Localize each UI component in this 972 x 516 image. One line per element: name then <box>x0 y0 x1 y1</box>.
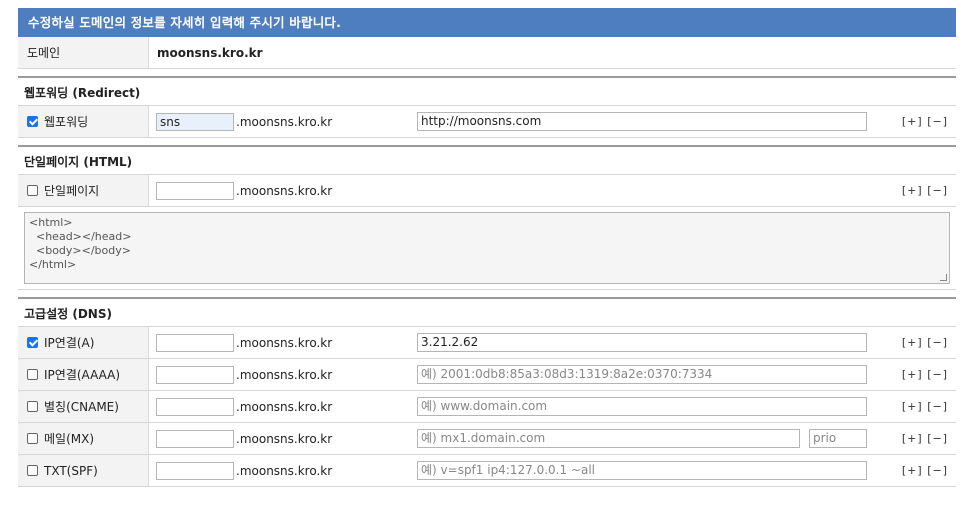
dns-row-cname: 별칭(CNAME) .moonsns.kro.kr 예) www.domain.… <box>18 391 956 423</box>
redirect-checkbox[interactable] <box>27 116 38 127</box>
dns-a-checkbox[interactable] <box>27 337 38 348</box>
dns-row-mx: 메일(MX) .moonsns.kro.kr 예) mx1.domain.com… <box>18 423 956 455</box>
remove-button[interactable]: [−] <box>927 336 948 349</box>
add-button[interactable]: [+] <box>902 464 923 477</box>
redirect-subdomain-input[interactable]: sns <box>156 112 234 131</box>
add-button[interactable]: [+] <box>902 336 923 349</box>
dns-a-value-input[interactable]: 3.21.2.62 <box>417 333 867 352</box>
dns-row-a: IP연결(A) .moonsns.kro.kr 3.21.2.62 [+] [−… <box>18 327 956 359</box>
dns-txt-label: TXT(SPF) <box>44 463 98 478</box>
domain-row: 도메인 moonsns.kro.kr <box>18 37 956 69</box>
html-row: 단일페이지 .moonsns.kro.kr [+] [−] <box>18 175 956 207</box>
dns-a-domain-suffix: .moonsns.kro.kr <box>236 335 333 350</box>
add-button[interactable]: [+] <box>902 368 923 381</box>
html-section-title: 단일페이지 (HTML) <box>18 145 956 175</box>
dns-mx-value-input[interactable]: 예) mx1.domain.com <box>417 429 800 448</box>
html-code-row: <html> <head></head> <body></body> </htm… <box>18 212 956 290</box>
remove-button[interactable]: [−] <box>927 432 948 445</box>
dns-txt-subdomain-input[interactable] <box>156 461 234 480</box>
dns-cname-checkbox[interactable] <box>27 401 38 412</box>
dns-mx-priority-input[interactable]: prio <box>809 429 867 448</box>
dns-a-subdomain-input[interactable] <box>156 333 234 352</box>
html-label: 단일페이지 <box>44 184 100 198</box>
dns-aaaa-domain-suffix: .moonsns.kro.kr <box>236 367 333 382</box>
remove-button[interactable]: [−] <box>927 368 948 381</box>
instruction-banner: 수정하실 도메인의 정보를 자세히 입력해 주시기 바랍니다. <box>18 8 956 37</box>
domain-value: moonsns.kro.kr <box>157 45 263 60</box>
dns-cname-value-input[interactable]: 예) www.domain.com <box>417 397 867 416</box>
redirect-target-input[interactable]: http://moonsns.com <box>417 112 867 131</box>
domain-edit-form: 수정하실 도메인의 정보를 자세히 입력해 주시기 바랍니다. 도메인 moon… <box>18 8 956 487</box>
add-button[interactable]: [+] <box>902 432 923 445</box>
dns-txt-domain-suffix: .moonsns.kro.kr <box>236 463 333 478</box>
html-code-textarea[interactable]: <html> <head></head> <body></body> </htm… <box>24 212 950 284</box>
dns-mx-subdomain-input[interactable] <box>156 429 234 448</box>
remove-button[interactable]: [−] <box>927 400 948 413</box>
html-domain-suffix: .moonsns.kro.kr <box>236 183 333 198</box>
add-button[interactable]: [+] <box>902 184 923 197</box>
html-checkbox[interactable] <box>27 185 38 196</box>
dns-section-title: 고급설정 (DNS) <box>18 297 956 327</box>
html-subdomain-input[interactable] <box>156 181 234 200</box>
dns-aaaa-label: IP연결(AAAA) <box>44 368 121 382</box>
dns-mx-domain-suffix: .moonsns.kro.kr <box>236 431 333 446</box>
remove-button[interactable]: [−] <box>927 464 948 477</box>
add-button[interactable]: [+] <box>902 115 923 128</box>
redirect-domain-suffix: .moonsns.kro.kr <box>236 114 333 129</box>
add-button[interactable]: [+] <box>902 400 923 413</box>
dns-aaaa-value-input[interactable]: 예) 2001:0db8:85a3:08d3:1319:8a2e:0370:73… <box>417 365 867 384</box>
redirect-label: 웹포워딩 <box>44 115 89 129</box>
dns-aaaa-checkbox[interactable] <box>27 369 38 380</box>
dns-txt-value-input[interactable]: 예) v=spf1 ip4:127.0.0.1 ~all <box>417 461 867 480</box>
domain-label: 도메인 <box>18 37 149 68</box>
dns-txt-checkbox[interactable] <box>27 465 38 476</box>
dns-mx-checkbox[interactable] <box>27 433 38 444</box>
dns-cname-label: 별칭(CNAME) <box>44 400 119 414</box>
redirect-row: 웹포워딩 sns .moonsns.kro.kr http://moonsns.… <box>18 106 956 138</box>
dns-cname-subdomain-input[interactable] <box>156 397 234 416</box>
dns-aaaa-subdomain-input[interactable] <box>156 365 234 384</box>
dns-row-txt: TXT(SPF) .moonsns.kro.kr 예) v=spf1 ip4:1… <box>18 455 956 487</box>
redirect-section-title: 웹포워딩 (Redirect) <box>18 76 956 106</box>
remove-button[interactable]: [−] <box>927 184 948 197</box>
dns-a-label: IP연결(A) <box>44 336 95 350</box>
dns-mx-label: 메일(MX) <box>44 432 95 446</box>
dns-row-aaaa: IP연결(AAAA) .moonsns.kro.kr 예) 2001:0db8:… <box>18 359 956 391</box>
dns-cname-domain-suffix: .moonsns.kro.kr <box>236 399 333 414</box>
remove-button[interactable]: [−] <box>927 115 948 128</box>
